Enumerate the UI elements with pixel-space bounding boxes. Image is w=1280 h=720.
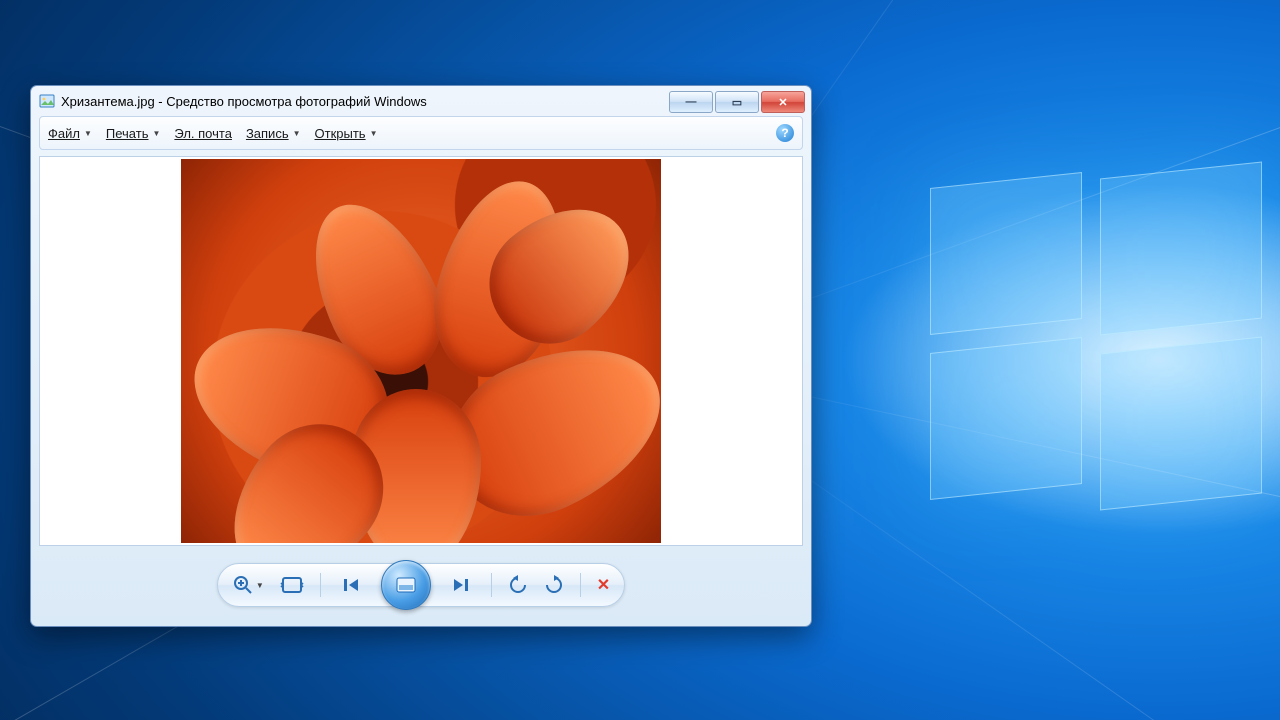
menu-label: Запись <box>246 126 289 141</box>
menu-label: Открыть <box>315 126 366 141</box>
chevron-down-icon: ▼ <box>84 129 92 138</box>
caption-buttons: — ▭ ✕ <box>669 89 809 113</box>
rotate-ccw-button[interactable] <box>508 575 528 595</box>
minimize-button[interactable]: — <box>669 91 713 113</box>
separator <box>320 573 321 597</box>
menu-burn[interactable]: Запись ▼ <box>246 126 301 141</box>
help-icon: ? <box>781 126 788 140</box>
delete-button[interactable]: ✕ <box>597 575 610 595</box>
menu-file[interactable]: Файл ▼ <box>48 126 92 141</box>
previous-button[interactable] <box>337 570 367 600</box>
menu-email[interactable]: Эл. почта <box>174 126 232 141</box>
chevron-down-icon: ▼ <box>256 581 264 590</box>
close-button[interactable]: ✕ <box>761 91 805 113</box>
chevron-down-icon: ▼ <box>293 129 301 138</box>
rotate-cw-button[interactable] <box>544 575 564 595</box>
window-title: Хризантема.jpg - Средство просмотра фото… <box>61 94 427 109</box>
slideshow-icon <box>395 576 417 594</box>
chevron-down-icon: ▼ <box>152 129 160 138</box>
minimize-icon: — <box>686 96 697 108</box>
desktop-wallpaper: Хризантема.jpg - Средство просмотра фото… <box>0 0 1280 720</box>
maximize-icon: ▭ <box>732 96 742 109</box>
separator <box>491 573 492 597</box>
menu-label: Эл. почта <box>174 126 232 141</box>
photo-viewer-window: Хризантема.jpg - Средство просмотра фото… <box>30 85 812 627</box>
fit-window-button[interactable] <box>280 576 304 594</box>
windows-logo <box>930 170 1260 500</box>
help-button[interactable]: ? <box>776 124 794 142</box>
titlebar[interactable]: Хризантема.jpg - Средство просмотра фото… <box>31 86 811 116</box>
menu-print[interactable]: Печать▼ <box>106 126 161 141</box>
control-bar: ▼ <box>31 554 811 616</box>
toolbar: Файл▼ Печать▼ Эл. почта Запись▼ Открыть▼… <box>39 116 803 150</box>
close-icon: ✕ <box>778 96 787 109</box>
menu-label: Печать <box>106 126 149 141</box>
menu-label: Файл <box>48 126 80 141</box>
control-pill: ▼ <box>217 563 625 607</box>
zoom-button[interactable]: ▼ <box>232 574 264 596</box>
next-button[interactable] <box>445 570 475 600</box>
separator <box>580 573 581 597</box>
menu-open[interactable]: Открыть ▼ <box>315 126 378 141</box>
maximize-button[interactable]: ▭ <box>715 91 759 113</box>
app-icon <box>39 93 55 109</box>
chevron-down-icon: ▼ <box>370 129 378 138</box>
nav-cluster <box>337 560 475 610</box>
image-viewport[interactable] <box>39 156 803 546</box>
slideshow-button[interactable] <box>381 560 431 610</box>
displayed-image <box>181 159 661 543</box>
delete-icon: ✕ <box>597 575 610 595</box>
